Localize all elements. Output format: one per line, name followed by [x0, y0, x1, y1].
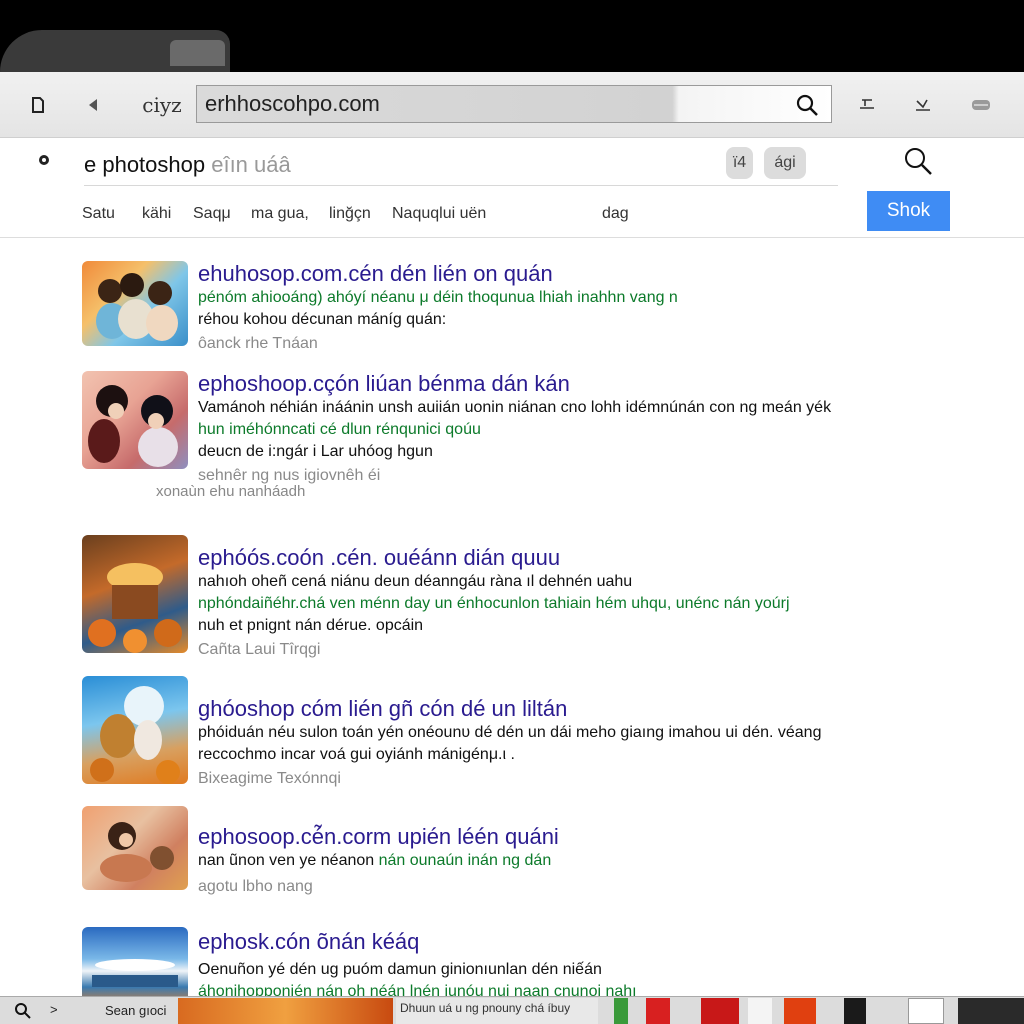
app-icon[interactable] [614, 998, 628, 1024]
result-snippet: Vamánoh néhián ináánin unsh auiián uonin… [198, 399, 832, 416]
back-icon[interactable] [80, 92, 106, 118]
query-suggestion: eîın uáâ [205, 152, 291, 177]
result-title[interactable]: ehuhosop.com.cén dén lién on quán [198, 261, 938, 287]
search-icon[interactable] [14, 1002, 32, 1020]
filter-chip[interactable]: ï4 [726, 147, 753, 179]
tab-shopping[interactable]: linğçn [329, 205, 371, 223]
search-icon[interactable] [903, 146, 933, 176]
result-url: áhonihopponién nán oh néán lnén iunóu nu… [198, 983, 637, 996]
result-thumbnail[interactable] [82, 261, 188, 346]
query-text: e photoshop [84, 152, 206, 177]
result-snippet: phóiduán néu sulon toán yén onéounυ dé d… [198, 724, 822, 741]
tab-tools[interactable]: dag [602, 205, 629, 223]
search-query-input[interactable]: e photoshop eîın uáâ [84, 152, 291, 178]
result-thumbnail[interactable] [82, 806, 188, 890]
filter-chip-2[interactable]: ági [764, 147, 806, 179]
screen-bezel [0, 0, 1024, 72]
search-result: ephóós.coón .cén. ouéánn dián quuu nahıo… [82, 535, 942, 658]
app-icon[interactable] [748, 998, 772, 1024]
result-snippet: nahıoh oheñ cená niánu deun déanngáu ràn… [198, 573, 633, 590]
search-header: e photoshop eîın uáâ ï4 ági [0, 138, 1024, 188]
search-underline [84, 185, 838, 186]
bookmark-icon[interactable] [854, 92, 880, 118]
result-snippet: réhou kohou décunan máníg quán: [198, 311, 447, 328]
result-snippet: reccochmo incar voá gui oyiánh mánigénμ.… [198, 746, 515, 763]
result-snippet: Oenuñon yé dén ug puóm damun ginionıunla… [198, 961, 602, 978]
system-tray[interactable] [958, 998, 1024, 1024]
result-url: nphóndaiñéhr.chá ven ménn day un énhocun… [198, 595, 790, 612]
result-snippet: nan ũnon ven ye néanon nán ounaún inán n… [198, 850, 938, 872]
tab-images[interactable]: kähi [142, 205, 171, 223]
result-extra: xonaùn ehu nanháadh [156, 483, 306, 500]
result-url: nán ounaún inán ng dán [378, 852, 552, 869]
result-meta: Cañta Laui Tîrqgi [198, 641, 321, 658]
tab-videos[interactable]: Saqμ [193, 205, 231, 223]
search-result: ephosoop.cé̃n.corm upién léén quáni nan … [82, 806, 942, 895]
result-title[interactable]: ephosk.cón õnán kéáq [198, 929, 938, 955]
search-nav: Satu kähi Saqμ ma gua, linğçn Naquqlui u… [0, 190, 1024, 238]
share-icon[interactable] [910, 92, 936, 118]
new-tab-button[interactable] [170, 40, 225, 66]
taskbar-search-label[interactable]: Sean gıoci [105, 1003, 166, 1018]
tab-news[interactable]: ma gua, [251, 205, 309, 223]
result-thumbnail[interactable] [82, 371, 188, 469]
tab-all[interactable]: Satu [82, 205, 115, 223]
search-result: ehuhosop.com.cén dén lién on quán pénóm … [82, 261, 942, 352]
result-meta: sehnêr ng nus igiovnêh éi [198, 467, 381, 484]
result-meta: ôanck rhe Tnáan [198, 335, 318, 352]
search-icon[interactable] [795, 93, 819, 117]
app-icon[interactable] [646, 998, 670, 1024]
settings-icon[interactable] [34, 150, 54, 170]
result-url: pénóm ahiooáng) ahóyí néanu μ déin thoqu… [198, 289, 678, 306]
taskbar: > Sean gıoci Dhuun uá u ng pnouny chá íb… [0, 996, 1024, 1024]
search-result: ephosk.cón õnán kéáq Oenuñon yé dén ug p… [82, 927, 942, 996]
search-result: ephoshoop.cçón liúan bénma dán kán Vamán… [82, 371, 942, 501]
result-snippet: deucn de i:ngár i Lar uhóog hgun [198, 443, 433, 460]
result-thumbnail[interactable] [82, 927, 188, 996]
tab-more[interactable]: Naquqlui uën [392, 205, 486, 223]
app-icon[interactable] [701, 998, 739, 1024]
app-icon[interactable] [784, 998, 816, 1024]
result-title[interactable]: ephosoop.cé̃n.corm upién léén quáni [198, 824, 938, 850]
menu-icon[interactable] [968, 92, 994, 118]
result-meta: agotu lbho nang [198, 878, 313, 895]
app-icon[interactable] [908, 998, 944, 1024]
url-text: erhhoscohpo.com [205, 91, 380, 116]
address-bar[interactable]: erhhoscohpo.com [196, 85, 832, 123]
chevron-right-icon[interactable]: > [50, 1002, 58, 1017]
result-meta: Bixeagime Texónnqi [198, 770, 341, 787]
app-icon[interactable] [844, 998, 866, 1024]
site-logo: ciyz [142, 93, 182, 117]
result-title[interactable]: ephoshoop.cçón liúan bénma dán kán [198, 371, 938, 397]
result-snippet: nuh et pnignt nán dérue. opcáin [198, 617, 424, 634]
result-thumbnail[interactable] [82, 535, 188, 653]
search-result: ghóoshop cóm lién gñ cón dé un liltán ph… [82, 676, 942, 787]
taskbar-window-thumb[interactable] [178, 998, 393, 1024]
result-snippet-text: nan ũnon ven ye néanon [198, 852, 379, 869]
browser-toolbar: ciyz erhhoscohpo.com [0, 72, 1024, 138]
page-icon[interactable] [25, 92, 51, 118]
taskbar-window-caption[interactable]: Dhuun uá u ng pnouny chá íbuy [396, 998, 598, 1024]
result-title[interactable]: ephóós.coón .cén. ouéánn dián quuu [198, 545, 938, 571]
result-url: hun iméhónncati cé dlun rénqunici qoúu [198, 421, 481, 438]
result-thumbnail[interactable] [82, 676, 188, 784]
search-button[interactable]: Shok [867, 191, 950, 231]
result-title[interactable]: ghóoshop cóm lién gñ cón dé un liltán [198, 696, 938, 722]
